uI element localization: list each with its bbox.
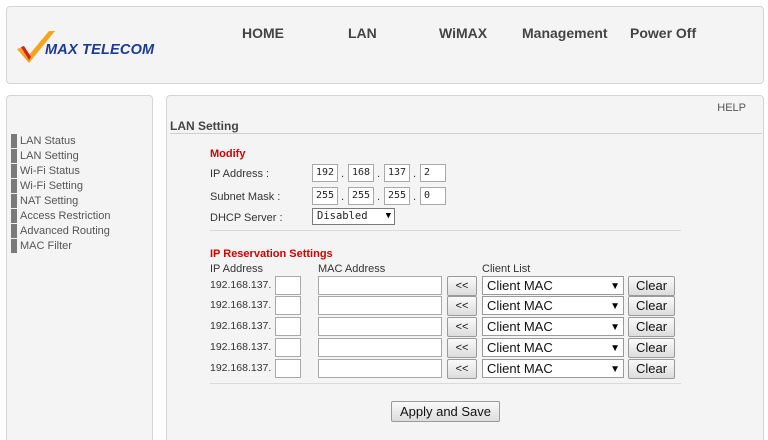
ip-dot: . <box>413 168 417 180</box>
logo-text: MAX TELECOM <box>45 42 155 58</box>
reservation-ip-prefix: 192.168.137. <box>210 299 272 311</box>
header-bar: MAX TELECOM HOME LAN WiMAX Management Po… <box>6 6 764 84</box>
client-list-value: Client MAC <box>487 319 553 334</box>
section-divider <box>210 383 681 384</box>
section-divider <box>210 230 681 231</box>
sidebar-item-wifi-status[interactable]: Wi-Fi Status <box>11 164 80 178</box>
modify-heading: Modify <box>210 148 246 160</box>
reservation-ip-prefix: 192.168.137. <box>210 279 272 291</box>
reservation-ip-prefix: 192.168.137. <box>210 341 272 353</box>
dhcp-server-select[interactable]: Disabled ▼ <box>312 208 395 225</box>
sidebar-item-lan-status[interactable]: LAN Status <box>11 134 76 148</box>
nav-power-off[interactable]: Power Off <box>630 25 696 41</box>
chevron-down-icon: ▼ <box>385 211 391 221</box>
client-list-value: Client MAC <box>487 340 553 355</box>
copy-mac-button[interactable]: << <box>447 338 477 358</box>
copy-mac-button[interactable]: << <box>447 296 477 316</box>
client-list-value: Client MAC <box>487 278 553 293</box>
reservation-mac-input[interactable] <box>318 276 442 295</box>
dhcp-server-value: Disabled <box>317 210 368 222</box>
clear-button[interactable]: Clear <box>628 359 675 379</box>
reservation-ip-prefix: 192.168.137. <box>210 320 272 332</box>
mask-octet-3-input[interactable]: 255 <box>384 187 410 205</box>
reservation-mac-input[interactable] <box>318 317 442 336</box>
reservation-ip-suffix-input[interactable] <box>275 359 301 378</box>
max-telecom-logo[interactable]: MAX TELECOM <box>15 27 175 73</box>
ip-reservation-heading: IP Reservation Settings <box>210 248 333 260</box>
client-list-select[interactable]: Client MAC ▼ <box>482 359 624 378</box>
reservation-mac-input[interactable] <box>318 296 442 315</box>
mask-octet-1-input[interactable]: 255 <box>312 187 338 205</box>
sidebar-item-nat-setting[interactable]: NAT Setting <box>11 194 78 208</box>
ip-address-column-header: IP Address <box>210 263 263 275</box>
client-list-column-header: Client List <box>482 263 531 275</box>
reservation-mac-input[interactable] <box>318 338 442 357</box>
nav-lan[interactable]: LAN <box>348 25 377 41</box>
mask-octet-2-input[interactable]: 255 <box>348 187 374 205</box>
nav-home[interactable]: HOME <box>242 25 284 41</box>
mac-address-column-header: MAC Address <box>318 263 386 275</box>
mask-octet-4-input[interactable]: 0 <box>420 187 446 205</box>
nav-wimax[interactable]: WiMAX <box>439 25 487 41</box>
client-list-value: Client MAC <box>487 298 553 313</box>
reservation-ip-suffix-input[interactable] <box>275 296 301 315</box>
sidebar-item-lan-setting[interactable]: LAN Setting <box>11 149 79 163</box>
reservation-ip-suffix-input[interactable] <box>275 317 301 336</box>
sidebar-item-access-restriction[interactable]: Access Restriction <box>11 209 110 223</box>
copy-mac-button[interactable]: << <box>447 317 477 337</box>
copy-mac-button[interactable]: << <box>447 359 477 379</box>
clear-button[interactable]: Clear <box>628 317 675 337</box>
ip-octet-3-input[interactable]: 137 <box>384 164 410 182</box>
chevron-down-icon: ▼ <box>610 364 620 375</box>
client-list-select[interactable]: Client MAC ▼ <box>482 276 624 295</box>
chevron-down-icon: ▼ <box>610 301 620 312</box>
clear-button[interactable]: Clear <box>628 296 675 316</box>
mask-dot: . <box>341 191 345 203</box>
nav-management[interactable]: Management <box>522 25 608 41</box>
subnet-mask-label: Subnet Mask : <box>210 191 281 203</box>
chevron-down-icon: ▼ <box>610 343 620 354</box>
mask-dot: . <box>413 191 417 203</box>
reservation-mac-input[interactable] <box>318 359 442 378</box>
client-list-select[interactable]: Client MAC ▼ <box>482 296 624 315</box>
dhcp-server-label: DHCP Server : <box>210 212 283 224</box>
sidebar-item-advanced-routing[interactable]: Advanced Routing <box>11 224 110 238</box>
help-link[interactable]: HELP <box>717 102 746 114</box>
mask-dot: . <box>377 191 381 203</box>
client-list-value: Client MAC <box>487 361 553 376</box>
client-list-select[interactable]: Client MAC ▼ <box>482 317 624 336</box>
chevron-down-icon: ▼ <box>610 322 620 333</box>
clear-button[interactable]: Clear <box>628 338 675 358</box>
main-panel: HELP LAN Setting Modify IP Address : 192… <box>166 95 764 440</box>
title-divider <box>170 133 762 134</box>
chevron-down-icon: ▼ <box>610 281 620 292</box>
ip-octet-2-input[interactable]: 168 <box>348 164 374 182</box>
sidebar-item-mac-filter[interactable]: MAC Filter <box>11 239 72 253</box>
apply-and-save-button[interactable]: Apply and Save <box>391 401 500 422</box>
ip-dot: . <box>377 168 381 180</box>
sidebar-item-wifi-setting[interactable]: Wi-Fi Setting <box>11 179 83 193</box>
ip-octet-1-input[interactable]: 192 <box>312 164 338 182</box>
ip-address-label: IP Address : <box>210 168 270 180</box>
ip-dot: . <box>341 168 345 180</box>
ip-octet-4-input[interactable]: 2 <box>420 164 446 182</box>
copy-mac-button[interactable]: << <box>447 276 477 296</box>
client-list-select[interactable]: Client MAC ▼ <box>482 338 624 357</box>
reservation-ip-prefix: 192.168.137. <box>210 362 272 374</box>
reservation-ip-suffix-input[interactable] <box>275 276 301 295</box>
clear-button[interactable]: Clear <box>628 276 675 296</box>
page-title: LAN Setting <box>170 119 239 133</box>
sidebar: LAN Status LAN Setting Wi-Fi Status Wi-F… <box>6 95 153 440</box>
reservation-ip-suffix-input[interactable] <box>275 338 301 357</box>
